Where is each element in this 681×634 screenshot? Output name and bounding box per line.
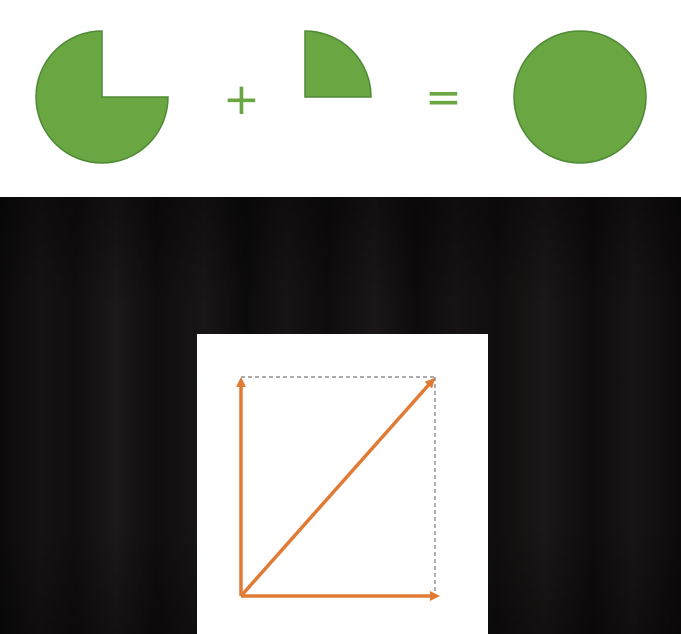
quarter-circle-shape xyxy=(304,30,372,98)
three-quarter-circle-shape xyxy=(35,30,169,164)
resultant-vector-arrow xyxy=(239,377,435,598)
fraction-equation-panel: + = xyxy=(0,0,681,197)
equals-sign: = xyxy=(425,72,462,123)
full-circle-shape xyxy=(513,30,647,164)
plus-sign: + xyxy=(223,74,260,125)
equation-shapes xyxy=(35,30,647,164)
vector-diagram-card xyxy=(197,334,488,634)
vector-addition-diagram xyxy=(236,376,440,601)
